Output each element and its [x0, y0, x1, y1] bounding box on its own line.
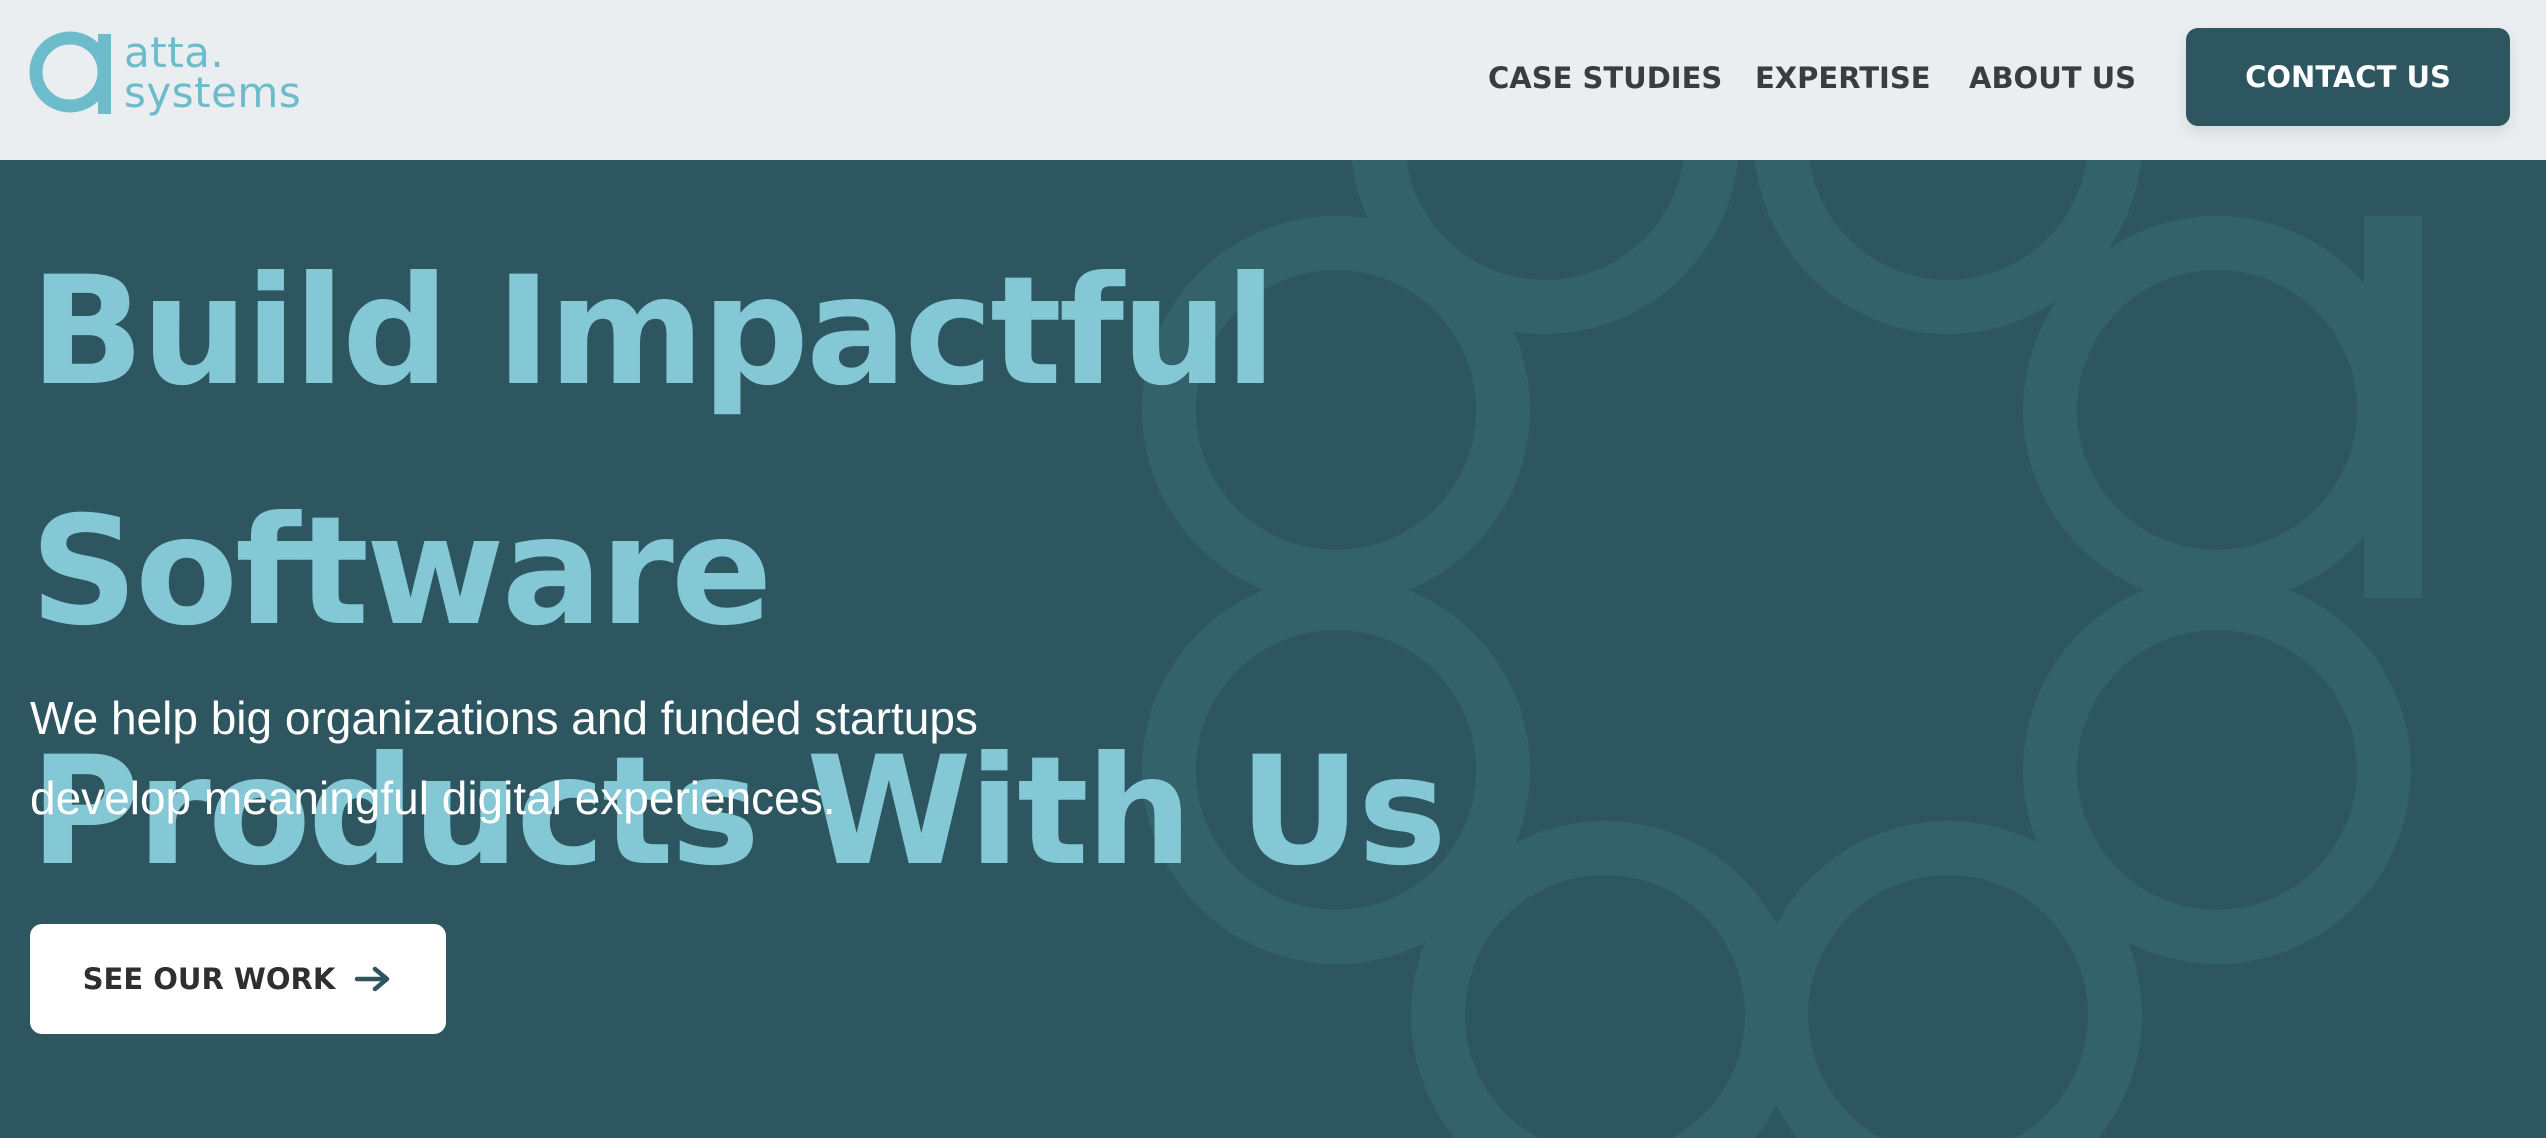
contact-us-button[interactable]: CONTACT US	[2186, 28, 2510, 126]
see-our-work-label: SEE OUR WORK	[82, 962, 336, 996]
hero-subtitle-line2: develop meaningful digital experiences.	[30, 772, 836, 824]
main-nav: CASE STUDIES EXPERTISE ABOUT US CONTACT …	[0, 0, 2546, 160]
site-header: atta. systems CASE STUDIES EXPERTISE ABO…	[0, 0, 2546, 160]
nav-link-case-studies[interactable]: CASE STUDIES	[1488, 58, 1722, 98]
nav-link-about-us[interactable]: ABOUT US	[1969, 58, 2136, 98]
hero-subtitle: We help big organizations and funded sta…	[30, 678, 1130, 838]
hero-subtitle-line1: We help big organizations and funded sta…	[30, 692, 978, 744]
nav-link-expertise[interactable]: EXPERTISE	[1755, 58, 1931, 98]
hero-title-line1: Build Impactful Software	[30, 245, 1276, 659]
see-our-work-button[interactable]: SEE OUR WORK	[30, 924, 446, 1034]
arrow-right-icon	[355, 966, 390, 992]
